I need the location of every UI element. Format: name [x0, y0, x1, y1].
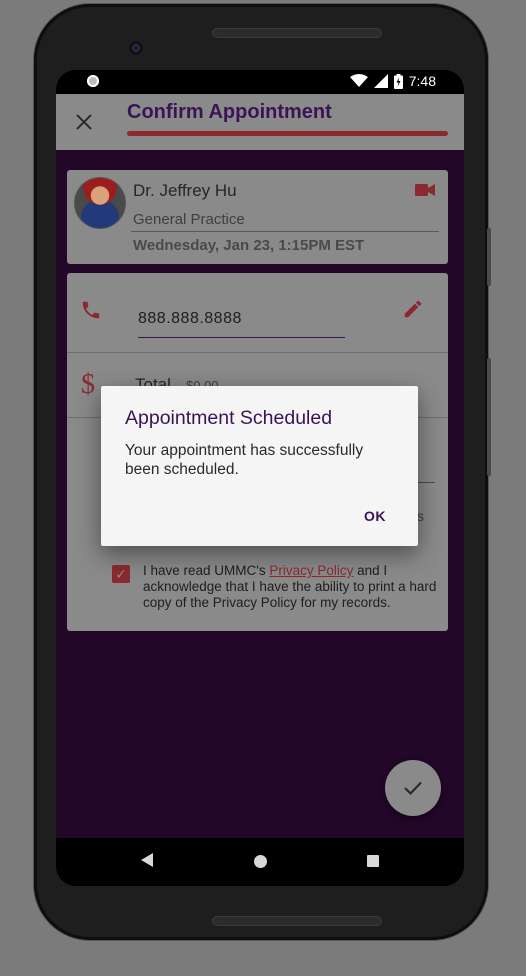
nav-home-icon[interactable]	[254, 855, 267, 868]
dialog-message: Your appointment has successfully been s…	[125, 442, 364, 478]
edit-pencil-icon[interactable]	[402, 298, 424, 320]
privacy-policy-link[interactable]: Privacy Policy	[269, 563, 353, 578]
status-bar: 7:48	[56, 70, 464, 94]
doctor-specialty: General Practice	[133, 211, 245, 228]
dialog-title: Appointment Scheduled	[125, 407, 333, 429]
title-underline	[127, 131, 448, 136]
doctor-name: Dr. Jeffrey Hu	[133, 181, 237, 200]
acknowledge-checkbox[interactable]: ✓	[112, 565, 130, 583]
wifi-icon	[349, 74, 368, 87]
obscured-text: s	[417, 508, 424, 524]
confirmation-dialog: Appointment Scheduled Your appointment h…	[101, 386, 418, 546]
divider	[67, 352, 448, 353]
divider	[131, 231, 439, 232]
earpiece-speaker	[212, 28, 382, 38]
power-button	[487, 228, 491, 286]
nav-recents-icon[interactable]	[367, 855, 379, 867]
status-icons: 7:48	[349, 73, 436, 89]
close-icon	[76, 114, 92, 130]
appointment-datetime: Wednesday, Jan 23, 1:15PM EST	[133, 237, 365, 254]
confirm-fab-button[interactable]	[385, 760, 441, 816]
ack-text-start: I have read UMMC's	[143, 563, 270, 578]
dollar-icon: $	[81, 369, 95, 400]
status-time: 7:48	[408, 73, 436, 89]
front-camera	[129, 41, 143, 55]
close-button[interactable]	[70, 108, 98, 136]
app-bar: Confirm Appointment	[56, 94, 464, 150]
notification-icon	[87, 75, 99, 87]
acknowledgement-text: I have read UMMC's Privacy Policy and I …	[143, 563, 443, 611]
phone-icon	[82, 301, 100, 319]
ok-button[interactable]: OK	[356, 504, 394, 528]
nav-back-icon[interactable]	[141, 853, 153, 867]
bottom-speaker	[212, 916, 382, 926]
system-nav-bar	[56, 838, 464, 886]
phone-number-input[interactable]	[138, 299, 345, 338]
battery-icon	[393, 73, 403, 89]
doctor-card: Dr. Jeffrey Hu General Practice Wednesda…	[67, 170, 448, 264]
checkmark-icon	[404, 781, 422, 796]
doctor-avatar	[75, 178, 125, 228]
signal-icon	[373, 74, 388, 88]
page-title: Confirm Appointment	[127, 101, 332, 123]
volume-button	[487, 358, 491, 476]
checkbox-checked-icon: ✓	[115, 566, 127, 582]
video-camera-icon	[415, 184, 435, 196]
